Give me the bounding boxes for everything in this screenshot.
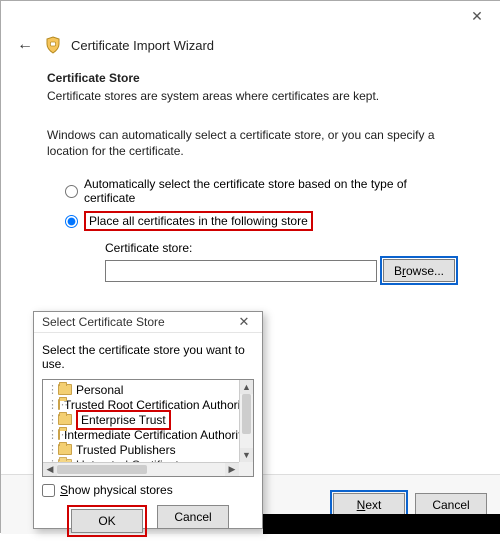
certificate-store-input[interactable] (105, 260, 377, 282)
header: ← Certificate Import Wizard (1, 31, 500, 71)
dialog-footer: OK Cancel (42, 497, 254, 547)
titlebar: ✕ (1, 1, 500, 31)
tree-connector-icon: ⋮⋯ (47, 413, 54, 426)
dialog-instruction: Select the certificate store you want to… (42, 343, 254, 371)
dialog-title: Select Certificate Store (42, 315, 165, 329)
folder-icon (58, 414, 72, 425)
scroll-corner (239, 462, 253, 476)
tree-item-label: Personal (76, 383, 123, 397)
folder-icon (58, 399, 60, 410)
vertical-scrollbar[interactable]: ▲ ▼ (239, 380, 253, 462)
store-row: Browse... (105, 259, 455, 282)
body-prompt: Windows can automatically select a certi… (47, 127, 455, 159)
browse-button-label: Browse... (394, 264, 444, 278)
store-block: Certificate store: Browse... (105, 241, 455, 282)
dialog-close-icon[interactable]: ✕ (232, 312, 256, 332)
show-physical-stores-input[interactable] (42, 484, 55, 497)
decorative-strip (263, 514, 500, 534)
dialog-cancel-button[interactable]: Cancel (157, 505, 229, 529)
tree-item-enterprise-trust[interactable]: ⋮⋯ Enterprise Trust (47, 412, 239, 427)
wizard-title: Certificate Import Wizard (71, 38, 214, 53)
scroll-down-icon[interactable]: ▼ (240, 448, 253, 462)
next-button-label: Next (357, 498, 382, 512)
next-button[interactable]: Next (333, 493, 405, 517)
folder-icon (58, 384, 72, 395)
certificate-store-label: Certificate store: (105, 241, 455, 255)
dialog-titlebar: Select Certificate Store ✕ (34, 312, 262, 333)
folder-icon (58, 444, 72, 455)
tree-item-label: Enterprise Trust (76, 410, 171, 430)
content: Certificate Store Certificate stores are… (1, 71, 500, 282)
tree-connector-icon: ⋮⋯ (47, 443, 54, 456)
scroll-up-icon[interactable]: ▲ (240, 380, 253, 394)
scroll-right-icon[interactable]: ▶ (225, 463, 239, 476)
tree-connector-icon: ⋮⋯ (47, 428, 54, 441)
select-certificate-store-dialog: Select Certificate Store ✕ Select the ce… (33, 311, 263, 529)
store-choice-group: Automatically select the certificate sto… (47, 177, 455, 282)
folder-icon (58, 429, 60, 440)
tree-item-label: Intermediate Certification Authorities (64, 428, 239, 442)
vscroll-thumb[interactable] (242, 394, 251, 434)
radio-auto-select-input[interactable] (65, 185, 78, 198)
show-physical-stores-checkbox[interactable]: Show physical stores (42, 483, 254, 497)
hscroll-thumb[interactable] (57, 465, 147, 474)
close-icon[interactable]: ✕ (457, 3, 497, 29)
dialog-body: Select the certificate store you want to… (34, 333, 262, 547)
horizontal-scrollbar[interactable]: ◀ ▶ (43, 462, 239, 476)
certificate-store-tree[interactable]: ⋮⋯ Personal ⋮⋯ Trusted Root Certificatio… (42, 379, 254, 477)
section-title: Certificate Store (47, 71, 455, 85)
scroll-left-icon[interactable]: ◀ (43, 463, 57, 476)
tree-connector-icon: ⋮⋯ (47, 383, 54, 396)
tree-item-label: Trusted Publishers (76, 443, 176, 457)
radio-auto-select-label: Automatically select the certificate sto… (84, 177, 455, 205)
radio-place-all[interactable]: Place all certificates in the following … (65, 211, 455, 231)
tree-item-intermediate[interactable]: ⋮⋯ Intermediate Certification Authoritie… (47, 427, 239, 442)
ok-button[interactable]: OK (71, 509, 143, 533)
radio-place-all-input[interactable] (65, 215, 78, 228)
browse-button[interactable]: Browse... (383, 259, 455, 282)
radio-auto-select[interactable]: Automatically select the certificate sto… (65, 177, 455, 205)
tree-item-personal[interactable]: ⋮⋯ Personal (47, 382, 239, 397)
cancel-button[interactable]: Cancel (415, 493, 487, 517)
tree-inner: ⋮⋯ Personal ⋮⋯ Trusted Root Certificatio… (43, 380, 239, 462)
tree-item-trusted-publishers[interactable]: ⋮⋯ Trusted Publishers (47, 442, 239, 457)
section-description: Certificate stores are system areas wher… (47, 89, 455, 103)
radio-place-all-label: Place all certificates in the following … (84, 211, 313, 231)
certificate-shield-icon (43, 35, 63, 55)
back-arrow-icon[interactable]: ← (15, 36, 35, 54)
show-physical-stores-label: Show physical stores (60, 483, 173, 497)
tree-connector-icon: ⋮⋯ (47, 398, 54, 411)
